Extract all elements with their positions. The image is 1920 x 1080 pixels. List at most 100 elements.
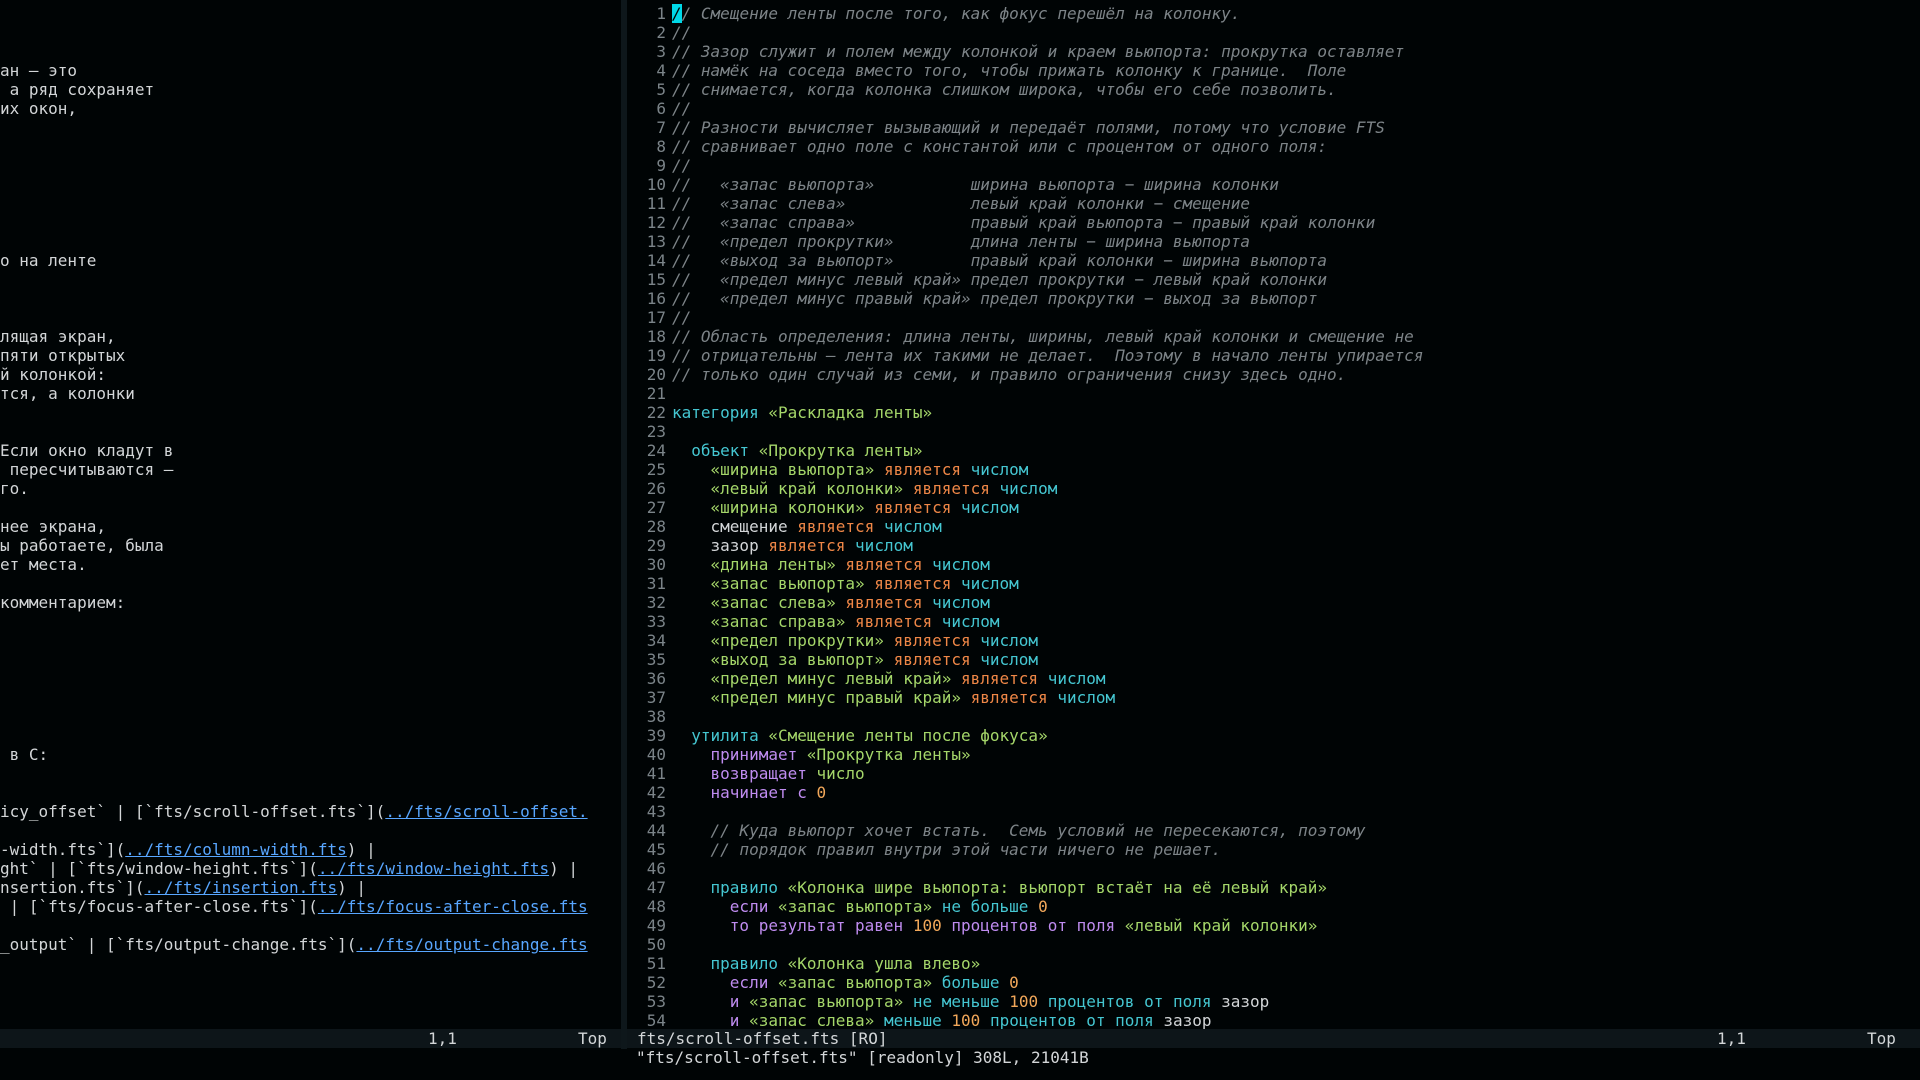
code-line: 37 «предел минус правый край» является ч… <box>627 688 1920 707</box>
comment: // только один случай из семи, и правило… <box>672 365 1347 384</box>
line-number: 46 <box>646 859 666 878</box>
left-line-33 <box>0 612 621 631</box>
table-cell-text: ) | <box>346 840 376 859</box>
code-line: 31 «запас вьюпорта» является числом <box>627 574 1920 593</box>
line-number: 18 <box>646 327 666 346</box>
line-number: 47 <box>646 878 666 897</box>
markdown-link[interactable]: ../fts/scroll-offset. <box>385 802 587 821</box>
code-line: 8 // сравнивает одно поле с константой ил… <box>627 137 1920 156</box>
line-number: 9 <box>656 156 666 175</box>
left-line-46: ght` | [`fts/window-height.fts`](../fts/… <box>0 859 621 878</box>
line-number: 1 <box>656 4 666 23</box>
cursor-position: 1,1 <box>1717 1029 1746 1048</box>
markdown-link[interactable]: ../fts/insertion.fts <box>145 878 338 897</box>
left-line-37 <box>0 688 621 707</box>
code-line: 48 если «запас вьюпорта» не больше 0 <box>627 897 1920 916</box>
right-editor-pane[interactable]: 1// Смещение ленты после того, как фокус… <box>627 0 1920 1050</box>
left-line-17 <box>0 308 621 327</box>
left-buffer-text[interactable]: ан — это а ряд сохраняет их окон, о на л… <box>0 4 621 954</box>
markdown-link[interactable]: ../fts/output-change.fts <box>356 935 587 954</box>
left-line-36 <box>0 669 621 688</box>
left-line-8 <box>0 137 621 156</box>
line-number: 37 <box>646 688 666 707</box>
left-line-23 <box>0 422 621 441</box>
line-number: 16 <box>646 289 666 308</box>
line-number: 53 <box>646 992 666 1011</box>
line-number: 50 <box>646 935 666 954</box>
line-number: 52 <box>646 973 666 992</box>
left-line-9 <box>0 156 621 175</box>
table-cell-text: _output` | [`fts/output-change.fts`]( <box>0 935 357 954</box>
line-number: 28 <box>646 517 666 536</box>
left-line-47: nsertion.fts`](../fts/insertion.fts) | <box>0 878 621 897</box>
line-number: 23 <box>646 422 666 441</box>
left-line-35 <box>0 650 621 669</box>
code-line: 5 // снимается, когда колонка слишком шир… <box>627 80 1920 99</box>
line-number: 10 <box>646 175 666 194</box>
code-line: 40 принимает «Прокрутка ленты» <box>627 745 1920 764</box>
line-number: 43 <box>646 802 666 821</box>
left-line-32: комментарием: <box>0 593 126 612</box>
left-line-6: их окон, <box>0 99 78 118</box>
comment: // «запас справа» правый край вьюпорта −… <box>672 213 1376 232</box>
left-line-26: го. <box>0 479 29 498</box>
left-line-48: | [`fts/focus-after-close.fts`](../fts/f… <box>0 897 621 916</box>
left-line-24: Если окно кладут в <box>0 441 174 460</box>
line-number: 42 <box>646 783 666 802</box>
table-cell-text: ) | <box>337 878 367 897</box>
line-number: 49 <box>646 916 666 935</box>
comment: // «запас слева» левый край колонки − см… <box>672 194 1250 213</box>
code-line: 36 «предел минус левый край» является чи… <box>627 669 1920 688</box>
line-number: 25 <box>646 460 666 479</box>
code-line: 38 <box>627 707 1920 726</box>
code-line: 41 возвращает число <box>627 764 1920 783</box>
code-line: 24 объект «Прокрутка ленты» <box>627 441 1920 460</box>
markdown-link[interactable]: ../fts/focus-after-close.fts <box>318 897 588 916</box>
right-buffer-text[interactable]: 1// Смещение ленты после того, как фокус… <box>627 4 1920 1030</box>
line-number: 40 <box>646 745 666 764</box>
line-number: 48 <box>646 897 666 916</box>
code-line: 47 правило «Колонка шире вьюпорта: вьюпо… <box>627 878 1920 897</box>
left-line-10 <box>0 175 621 194</box>
comment: // «предел прокрутки» длина ленты − шири… <box>672 232 1250 251</box>
line-number: 45 <box>646 840 666 859</box>
line-number: 17 <box>646 308 666 327</box>
markdown-link[interactable]: ../fts/column-width.fts <box>125 840 347 859</box>
comment: // <box>672 23 692 42</box>
code-line: 34 «предел прокрутки» является числом <box>627 631 1920 650</box>
left-line-20: й колонкой: <box>0 365 106 384</box>
line-number: 11 <box>646 194 666 213</box>
command-message-line[interactable]: "fts/scroll-offset.fts" [readonly] 308L,… <box>636 1048 1089 1067</box>
left-line-13 <box>0 232 621 251</box>
code-line: 49 то результат равен 100 процентов от п… <box>627 916 1920 935</box>
line-number: 34 <box>646 631 666 650</box>
comment: // Область определения: длина ленты, шир… <box>672 327 1414 346</box>
comment: // <box>672 99 692 118</box>
left-line-2 <box>0 23 621 42</box>
comment: // «предел минус правый край» предел про… <box>672 289 1318 308</box>
cursor-position: 1,1 <box>428 1029 457 1048</box>
code-line: 27 «ширина колонки» является числом <box>627 498 1920 517</box>
left-line-1 <box>0 4 621 23</box>
table-cell-text: | [`fts/focus-after-close.fts`]( <box>0 897 318 916</box>
left-line-42 <box>0 783 621 802</box>
markdown-link[interactable]: ../fts/window-height.fts <box>318 859 549 878</box>
code-line: 4 // намёк на соседа вместо того, чтобы п… <box>627 61 1920 80</box>
line-number: 20 <box>646 365 666 384</box>
left-editor-pane[interactable]: ан — это а ряд сохраняет их окон, о на л… <box>0 0 621 1050</box>
comment: // намёк на соседа вместо того, чтобы пр… <box>672 61 1347 80</box>
left-line-22 <box>0 403 621 422</box>
comment: // отрицательны — лента их такими не дел… <box>672 346 1424 365</box>
code-line: 12 // «запас справа» правый край вьюпорта… <box>627 213 1920 232</box>
line-number: 22 <box>646 403 666 422</box>
code-line: 53 и «запас вьюпорта» не меньше 100 проц… <box>627 992 1920 1011</box>
code-line: 46 <box>627 859 1920 878</box>
code-line: 45 // порядок правил внутри этой части н… <box>627 840 1920 859</box>
line-number: 44 <box>646 821 666 840</box>
line-number: 4 <box>656 61 666 80</box>
line-number: 3 <box>656 42 666 61</box>
line-number: 7 <box>656 118 666 137</box>
code-line: 26 «левый край колонки» является числом <box>627 479 1920 498</box>
line-number: 33 <box>646 612 666 631</box>
line-number: 32 <box>646 593 666 612</box>
